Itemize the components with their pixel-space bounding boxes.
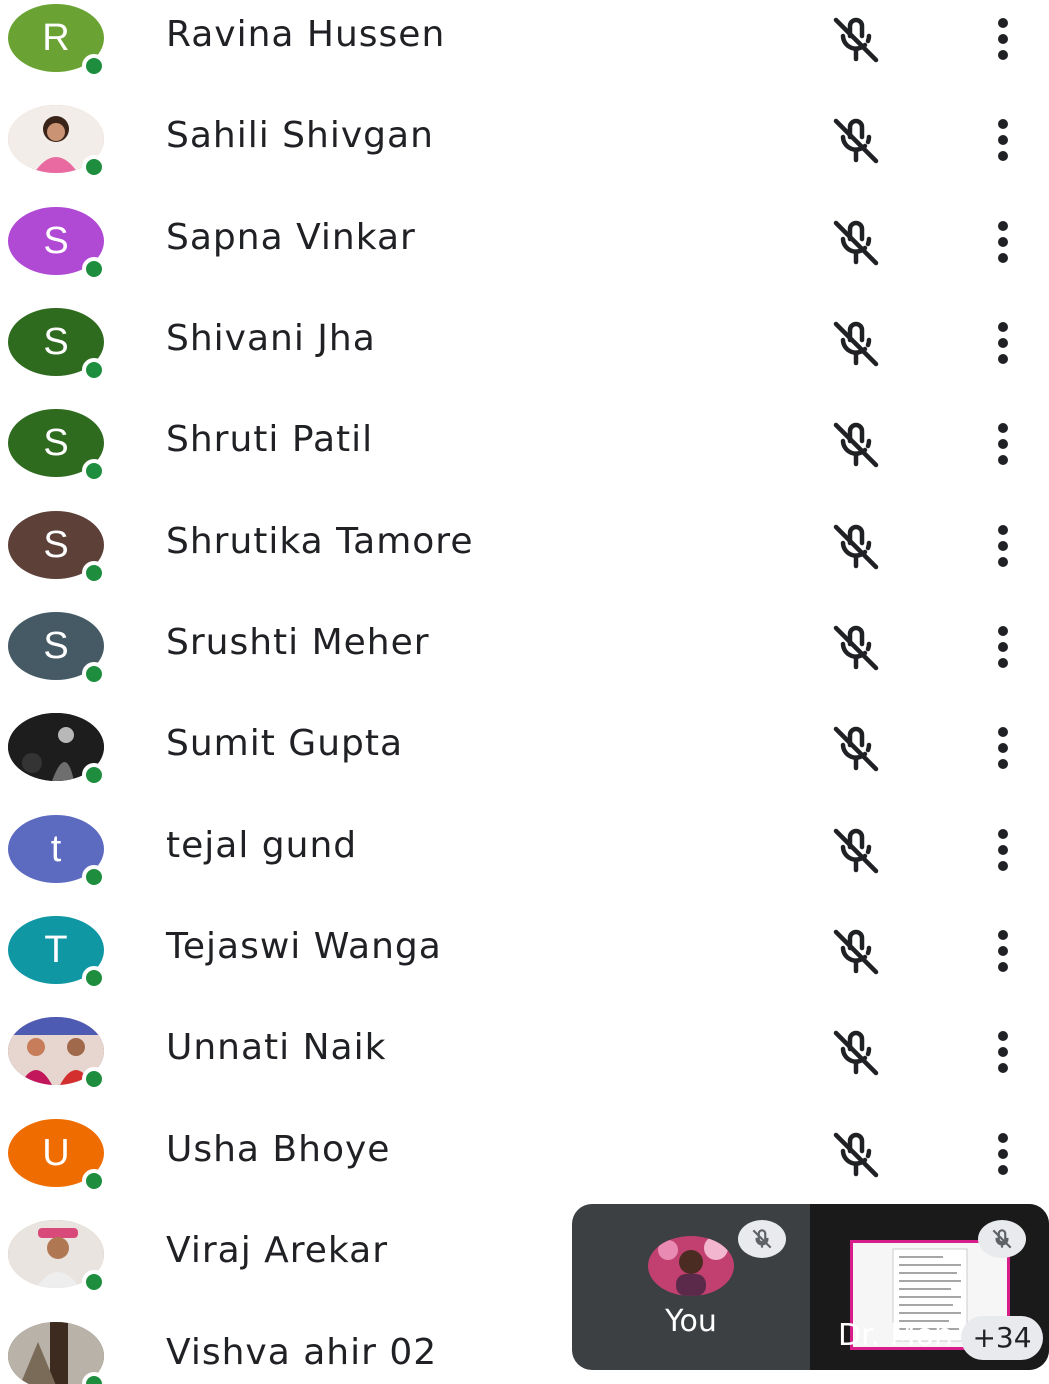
online-status-dot bbox=[82, 865, 106, 889]
mic-off-icon[interactable] bbox=[826, 419, 886, 469]
participant-row[interactable]: S Shruti Patil bbox=[0, 405, 1049, 506]
self-avatar bbox=[648, 1236, 734, 1296]
participant-name: Sapna Vinkar bbox=[166, 217, 416, 258]
participant-avatar: S bbox=[8, 308, 106, 382]
presenter-tile[interactable]: Dr. Moh +34 bbox=[810, 1204, 1049, 1370]
online-status-dot bbox=[82, 1067, 106, 1091]
participant-row[interactable]: S Sapna Vinkar bbox=[0, 203, 1049, 304]
more-vert-icon[interactable] bbox=[988, 419, 1018, 469]
online-status-dot bbox=[82, 1372, 106, 1384]
participant-avatar: S bbox=[8, 207, 106, 281]
participant-name: Unnati Naik bbox=[166, 1027, 387, 1068]
online-status-dot bbox=[82, 561, 106, 585]
participant-avatar bbox=[8, 1220, 106, 1294]
participant-avatar bbox=[8, 105, 106, 179]
participant-avatar bbox=[8, 713, 106, 787]
online-status-dot bbox=[82, 54, 106, 78]
more-participants-badge[interactable]: +34 bbox=[961, 1316, 1043, 1360]
more-vert-icon[interactable] bbox=[988, 926, 1018, 976]
online-status-dot bbox=[82, 155, 106, 179]
more-vert-icon[interactable] bbox=[988, 1027, 1018, 1077]
mic-off-icon[interactable] bbox=[826, 318, 886, 368]
participants-list: R Ravina Hussen Sahili Shivgan S Sapna Vinka… bbox=[0, 0, 1049, 1384]
participant-name: Sahili Shivgan bbox=[166, 115, 434, 156]
participant-name: Usha Bhoye bbox=[166, 1129, 391, 1170]
more-vert-icon[interactable] bbox=[988, 217, 1018, 267]
participant-name: Sumit Gupta bbox=[166, 723, 404, 764]
participant-name: Shrutika Tamore bbox=[166, 521, 474, 562]
participant-row[interactable]: U Usha Bhoye bbox=[0, 1115, 1049, 1216]
participant-name: Tejaswi Wanga bbox=[166, 926, 442, 967]
participant-name: Viraj Arekar bbox=[166, 1230, 389, 1271]
mic-off-icon[interactable] bbox=[826, 521, 886, 571]
participant-row[interactable]: S Shrutika Tamore bbox=[0, 507, 1049, 608]
online-status-dot bbox=[82, 358, 106, 382]
participant-row[interactable]: S Shivani Jha bbox=[0, 304, 1049, 405]
participant-avatar: t bbox=[8, 815, 106, 889]
online-status-dot bbox=[82, 1169, 106, 1193]
more-vert-icon[interactable] bbox=[988, 825, 1018, 875]
more-vert-icon[interactable] bbox=[988, 723, 1018, 773]
mic-off-icon[interactable] bbox=[826, 14, 886, 64]
more-vert-icon[interactable] bbox=[988, 318, 1018, 368]
mic-off-icon[interactable] bbox=[826, 622, 886, 672]
online-status-dot bbox=[82, 966, 106, 990]
participant-avatar: S bbox=[8, 409, 106, 483]
presenter-name: Dr. Moh bbox=[838, 1318, 954, 1353]
self-mic-off-icon bbox=[738, 1220, 786, 1258]
mic-off-icon[interactable] bbox=[826, 1027, 886, 1077]
participant-avatar bbox=[8, 1322, 106, 1384]
mic-off-icon[interactable] bbox=[826, 926, 886, 976]
participant-name: Ravina Hussen bbox=[166, 14, 446, 55]
participant-avatar bbox=[8, 1017, 106, 1091]
participant-name: Shruti Patil bbox=[166, 419, 374, 460]
mic-off-icon[interactable] bbox=[826, 217, 886, 267]
participant-row[interactable]: t tejal gund bbox=[0, 811, 1049, 912]
participant-avatar: S bbox=[8, 612, 106, 686]
online-status-dot bbox=[82, 459, 106, 483]
more-vert-icon[interactable] bbox=[988, 14, 1018, 64]
more-vert-icon[interactable] bbox=[988, 115, 1018, 165]
more-vert-icon[interactable] bbox=[988, 622, 1018, 672]
participant-avatar: S bbox=[8, 511, 106, 585]
participant-avatar: T bbox=[8, 916, 106, 990]
participant-row[interactable]: Sumit Gupta bbox=[0, 709, 1049, 810]
participant-row[interactable]: R Ravina Hussen bbox=[0, 0, 1049, 101]
participant-row[interactable]: S Srushti Meher bbox=[0, 608, 1049, 709]
participant-name: tejal gund bbox=[166, 825, 358, 866]
more-vert-icon[interactable] bbox=[988, 521, 1018, 571]
presenter-mic-off-icon bbox=[978, 1220, 1026, 1258]
participant-name: Shivani Jha bbox=[166, 318, 376, 359]
participant-avatar: U bbox=[8, 1119, 106, 1193]
participant-row[interactable]: Unnati Naik bbox=[0, 1013, 1049, 1114]
online-status-dot bbox=[82, 662, 106, 686]
participant-avatar: R bbox=[8, 4, 106, 78]
self-label: You bbox=[665, 1304, 717, 1339]
participant-name: Vishva ahir 02 bbox=[166, 1332, 438, 1373]
mic-off-icon[interactable] bbox=[826, 1129, 886, 1179]
participant-row[interactable]: T Tejaswi Wanga bbox=[0, 912, 1049, 1013]
meeting-preview-tile[interactable]: You Dr. Moh +34 bbox=[572, 1204, 1049, 1370]
online-status-dot bbox=[82, 257, 106, 281]
participant-row[interactable]: Sahili Shivgan bbox=[0, 101, 1049, 202]
more-vert-icon[interactable] bbox=[988, 1129, 1018, 1179]
participant-name: Srushti Meher bbox=[166, 622, 430, 663]
online-status-dot bbox=[82, 1270, 106, 1294]
self-video-tile[interactable]: You bbox=[572, 1204, 810, 1370]
mic-off-icon[interactable] bbox=[826, 115, 886, 165]
mic-off-icon[interactable] bbox=[826, 825, 886, 875]
mic-off-icon[interactable] bbox=[826, 723, 886, 773]
online-status-dot bbox=[82, 763, 106, 787]
